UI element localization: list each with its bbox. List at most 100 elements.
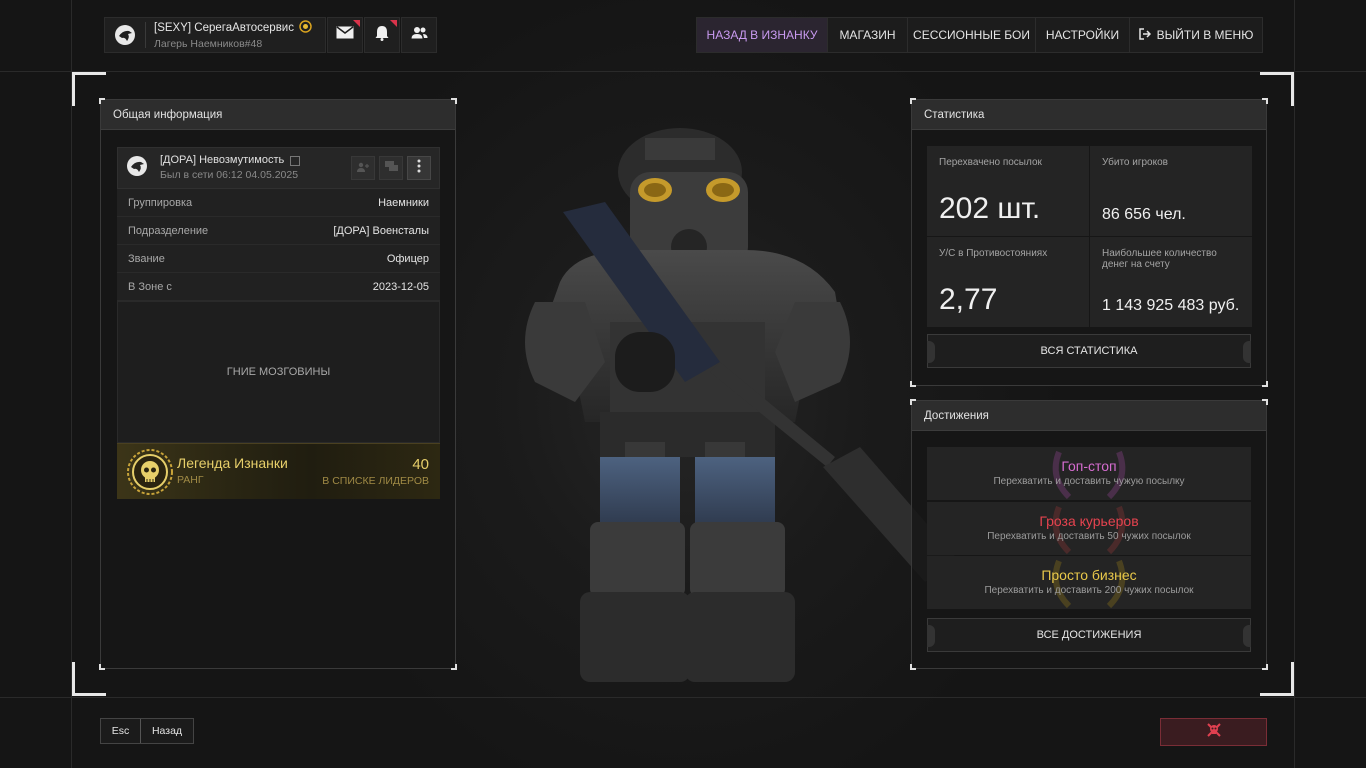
nav-label: СЕССИОННЫЕ БОИ <box>913 28 1030 42</box>
mail-button[interactable] <box>327 17 363 53</box>
all-achievements-button[interactable]: ВСЕ ДОСТИЖЕНИЯ <box>927 618 1251 652</box>
friends-icon <box>411 26 428 44</box>
panel-corner <box>910 664 916 670</box>
info-row-rank: Звание Офицер <box>117 245 440 273</box>
panel-corner <box>910 399 916 405</box>
character-model[interactable] <box>505 122 965 692</box>
back-label: Назад <box>151 725 183 737</box>
rank-label: РАНГ <box>177 473 204 486</box>
panel-title: Достижения <box>912 401 1266 431</box>
panel-title: Статистика <box>912 100 1266 130</box>
info-key: Звание <box>128 252 165 265</box>
nav-label: НАЗАД В ИЗНАНКУ <box>706 28 818 42</box>
player-name: [SEXY] СерегаАвтосервис <box>154 22 294 34</box>
character-name: [ДОРА] Невозмутимость <box>160 154 285 166</box>
panel-corner <box>99 98 105 104</box>
add-user-icon <box>357 159 369 177</box>
motto: ГНИЕ МОЗГОВИНЫ <box>117 301 440 443</box>
nav-label: ВЫЙТИ В МЕНЮ <box>1156 28 1254 42</box>
player-header: [SEXY] СерегаАвтосервис Лагерь Наемников… <box>104 17 438 53</box>
general-info-panel: Общая информация [ДОРА] Невозмутимость Б… <box>99 98 457 670</box>
rank-banner: Легенда Изнанки РАНГ 40 В СПИСКЕ ЛИДЕРОВ <box>117 443 440 499</box>
achievements-panel: Достижения Гоп-стоп Перехватить и достав… <box>910 399 1268 670</box>
stats-grid: Перехвачено посылок 202 шт. Убито игроко… <box>927 146 1252 327</box>
back-button[interactable]: Esc Назад <box>100 718 194 744</box>
button-edge <box>927 625 935 647</box>
nav-settings[interactable]: НАСТРОЙКИ <box>1036 18 1130 52</box>
statistics-panel: Статистика Перехвачено посылок 202 шт. У… <box>910 98 1268 387</box>
player-profile-button[interactable]: [SEXY] СерегаАвтосервис Лагерь Наемников… <box>104 17 326 53</box>
info-card: [ДОРА] Невозмутимость Был в сети 06:12 0… <box>117 147 440 499</box>
frame-line <box>0 697 1366 698</box>
chat-icon <box>384 159 398 177</box>
skull-crossbones-icon <box>1206 722 1221 742</box>
nav-label: МАГАЗИН <box>839 28 896 42</box>
achievement-item[interactable]: Просто бизнес Перехватить и доставить 20… <box>927 556 1251 609</box>
add-friend-button[interactable] <box>351 156 375 180</box>
frame-line <box>71 0 72 768</box>
button-edge <box>927 341 935 363</box>
nav-back-to-izananka[interactable]: НАЗАД В ИЗНАНКУ <box>697 18 828 52</box>
more-options-button[interactable] <box>407 156 431 180</box>
exit-icon <box>1138 27 1151 43</box>
frame-line <box>1294 0 1295 768</box>
stat-value: 202 шт. <box>939 192 1041 225</box>
achievement-title: Просто бизнес <box>1041 567 1137 583</box>
stat-value: 2,77 <box>939 283 998 316</box>
stat-value: 86 656 чел. <box>1102 206 1186 223</box>
top-navigation: НАЗАД В ИЗНАНКУ МАГАЗИН СЕССИОННЫЕ БОИ Н… <box>696 17 1263 53</box>
message-button[interactable] <box>379 156 403 180</box>
info-value: 2023-12-05 <box>372 280 429 293</box>
info-row-zone-since: В Зоне с 2023-12-05 <box>117 273 440 301</box>
eagle-icon <box>126 155 148 182</box>
stat-max-money: Наибольшее количество денег на счету 1 1… <box>1090 237 1252 327</box>
panel-corner <box>99 664 105 670</box>
panel-corner <box>1262 664 1268 670</box>
button-edge <box>1243 625 1251 647</box>
player-camp: Лагерь Наемников#48 <box>154 37 263 50</box>
panel-corner <box>451 664 457 670</box>
friends-button[interactable] <box>401 17 437 53</box>
copy-icon[interactable] <box>290 155 301 166</box>
bell-icon <box>375 25 389 46</box>
frame-line <box>0 71 1366 72</box>
info-value: Наемники <box>378 196 429 209</box>
achievement-title: Гоп-стоп <box>1061 458 1117 474</box>
panel-corner <box>1262 399 1268 405</box>
nav-exit-to-menu[interactable]: ВЫЙТИ В МЕНЮ <box>1130 18 1262 52</box>
achievement-item[interactable]: Гроза курьеров Перехватить и доставить 5… <box>927 502 1251 555</box>
button-label: ВСЯ СТАТИСТИКА <box>1040 345 1138 357</box>
panel-corner <box>1262 381 1268 387</box>
mail-icon <box>336 26 354 44</box>
stat-packages-intercepted: Перехвачено посылок 202 шт. <box>927 146 1089 236</box>
separator <box>145 22 146 48</box>
leaderboard-place: 40 <box>412 456 429 473</box>
nav-shop[interactable]: МАГАЗИН <box>828 18 908 52</box>
stat-players-killed: Убито игроков 86 656 чел. <box>1090 146 1252 236</box>
notification-marker <box>390 20 397 27</box>
achievement-title: Гроза курьеров <box>1039 513 1139 529</box>
achievement-item[interactable]: Гоп-стоп Перехватить и доставить чужую п… <box>927 447 1251 500</box>
achievement-desc: Перехватить и доставить чужую посылку <box>993 476 1185 487</box>
button-label: ВСЕ ДОСТИЖЕНИЯ <box>1036 629 1142 641</box>
info-key: Подразделение <box>128 224 209 237</box>
stat-kd-ratio: У/С в Противостояниях 2,77 <box>927 237 1089 327</box>
info-key: Группировка <box>128 196 193 209</box>
info-value: [ДОРА] Военсталы <box>333 224 429 237</box>
stat-label: У/С в Противостояниях <box>939 248 1048 259</box>
achievement-desc: Перехватить и доставить 50 чужих посылок <box>987 531 1191 542</box>
rank-name: Легенда Изнанки <box>177 454 288 471</box>
leaderboard-label: В СПИСКЕ ЛИДЕРОВ <box>322 475 429 487</box>
nav-session-battles[interactable]: СЕССИОННЫЕ БОИ <box>908 18 1036 52</box>
panel-corner <box>910 381 916 387</box>
gold-badge-icon <box>299 19 312 37</box>
info-value: Офицер <box>386 252 429 265</box>
stat-label: Перехвачено посылок <box>939 157 1042 168</box>
info-row-unit: Подразделение [ДОРА] Военсталы <box>117 217 440 245</box>
report-player-button[interactable] <box>1160 718 1267 746</box>
stat-label: Наибольшее количество денег на счету <box>1102 248 1217 270</box>
achievement-desc: Перехватить и доставить 200 чужих посыло… <box>984 585 1194 596</box>
notification-marker <box>353 20 360 27</box>
notifications-button[interactable] <box>364 17 400 53</box>
all-statistics-button[interactable]: ВСЯ СТАТИСТИКА <box>927 334 1251 368</box>
